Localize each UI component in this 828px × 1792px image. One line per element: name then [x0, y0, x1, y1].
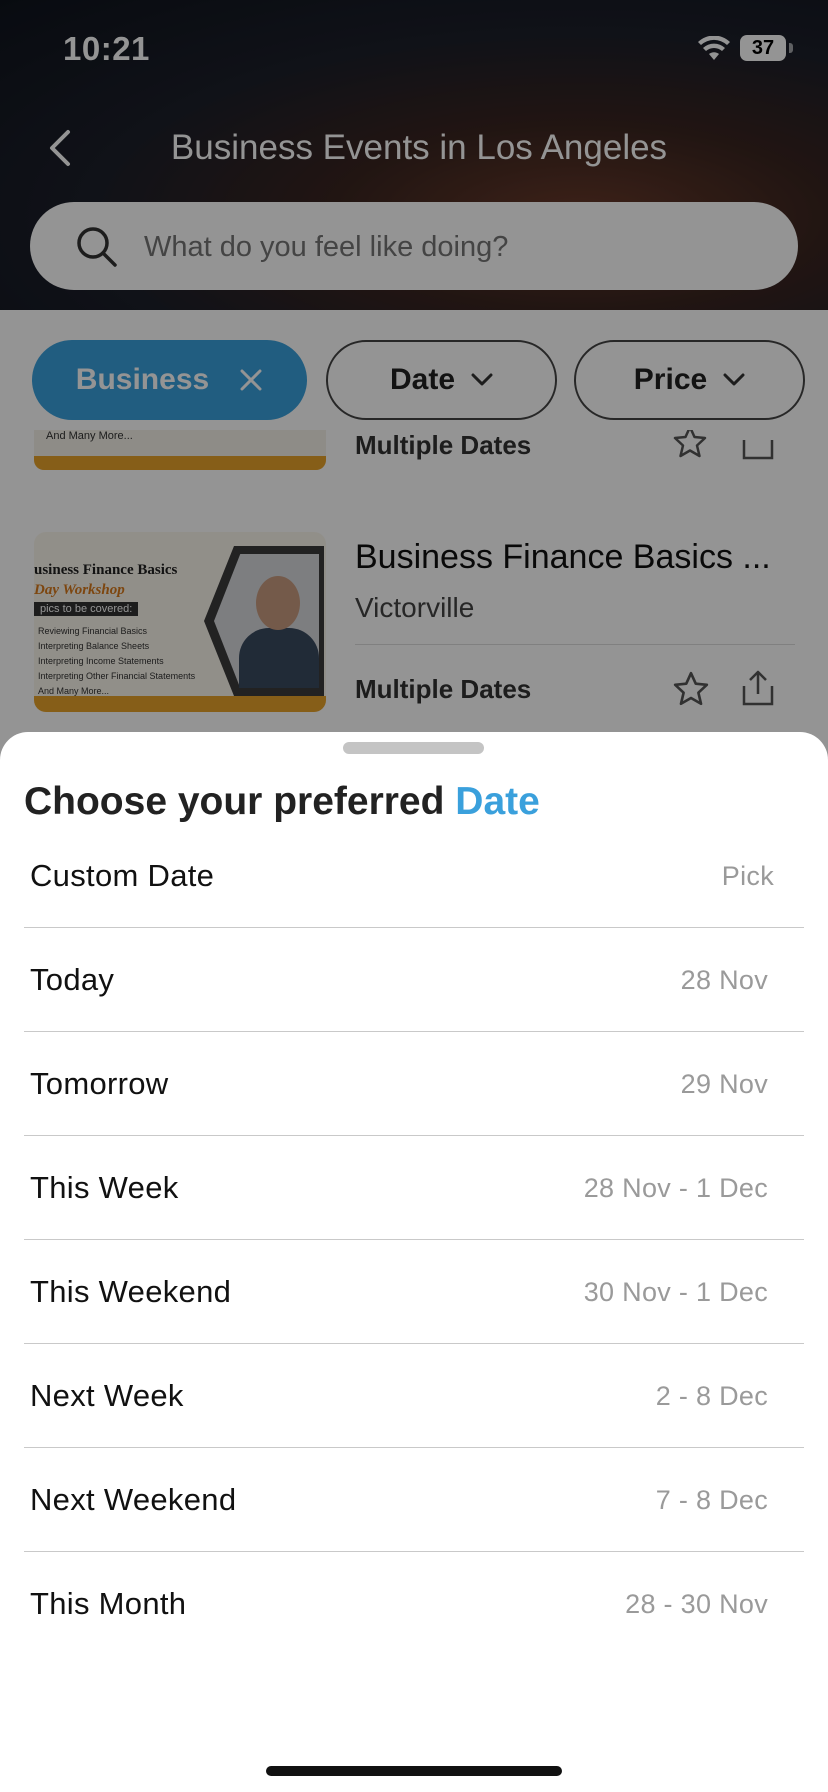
option-label: Tomorrow — [30, 1066, 169, 1101]
date-option-custom[interactable]: Custom Date Pick — [24, 824, 804, 928]
sheet-title-accent: Date — [455, 780, 540, 823]
date-option-next-weekend[interactable]: Next Weekend 7 - 8 Dec — [24, 1448, 804, 1552]
home-indicator — [266, 1766, 562, 1776]
option-label: This Weekend — [30, 1274, 232, 1309]
date-option-today[interactable]: Today 28 Nov — [24, 928, 804, 1032]
option-label: Next Weekend — [30, 1482, 237, 1517]
option-value: 28 - 30 Nov — [625, 1589, 768, 1619]
option-value: 30 Nov - 1 Dec — [583, 1277, 768, 1307]
date-option-this-month[interactable]: This Month 28 - 30 Nov — [24, 1552, 804, 1655]
date-options-list: Custom Date Pick Today 28 Nov Tomorrow 2… — [24, 824, 804, 1655]
sheet-grabber[interactable] — [343, 742, 484, 754]
date-option-tomorrow[interactable]: Tomorrow 29 Nov — [24, 1032, 804, 1136]
option-label: Today — [30, 962, 115, 997]
option-value: 2 - 8 Dec — [655, 1381, 768, 1411]
option-label: Custom Date — [30, 858, 215, 893]
option-value: 7 - 8 Dec — [655, 1485, 768, 1515]
date-option-this-week[interactable]: This Week 28 Nov - 1 Dec — [24, 1136, 804, 1240]
option-value: 29 Nov — [680, 1069, 768, 1099]
date-bottom-sheet: Choose your preferred Date Custom Date P… — [0, 732, 828, 1792]
sheet-title-prefix: Choose your preferred — [24, 780, 445, 823]
screen: 10:21 37 Business Events in Los Angeles … — [0, 0, 828, 1792]
option-value: 28 Nov — [680, 965, 768, 995]
option-label: Next Week — [30, 1378, 184, 1413]
option-label: This Week — [30, 1170, 179, 1205]
date-option-next-week[interactable]: Next Week 2 - 8 Dec — [24, 1344, 804, 1448]
date-option-this-weekend[interactable]: This Weekend 30 Nov - 1 Dec — [24, 1240, 804, 1344]
option-value: 28 Nov - 1 Dec — [583, 1173, 768, 1203]
option-value: Pick — [721, 861, 774, 891]
sheet-title: Choose your preferred Date — [24, 780, 540, 824]
option-label: This Month — [30, 1586, 187, 1621]
